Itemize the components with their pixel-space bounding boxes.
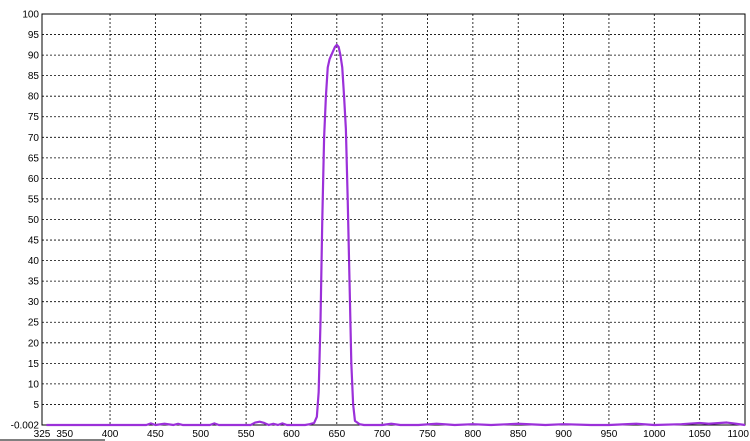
x-tick-label: 700 [374,429,391,440]
y-tick-label: 60 [28,174,40,185]
y-tick-label: 65 [28,153,40,164]
gridlines [42,14,745,426]
y-tick-label: 5 [33,400,39,411]
y-tick-label: 100 [22,10,39,21]
y-tick-label: 40 [28,256,40,267]
y-tick-label: 45 [28,236,40,247]
x-tick-label: 950 [601,429,618,440]
x-tick-label: 1050 [689,429,712,440]
y-tick-label: 80 [28,92,40,103]
x-tick-label: 400 [102,429,119,440]
y-tick-label: 15 [28,359,40,370]
x-tick-label: 650 [328,429,345,440]
x-tick-label: 325 [34,429,51,440]
x-tick-label: 750 [419,429,436,440]
y-tick-label: 35 [28,277,40,288]
y-tick-label: 25 [28,318,40,329]
x-tick-label: 500 [192,429,209,440]
x-tick-label: 1000 [643,429,666,440]
y-tick-label: 55 [28,194,40,205]
x-tick-label: 850 [510,429,527,440]
x-tick-label: 1100 [727,429,749,440]
x-tick-label: 800 [465,429,482,440]
y-tick-label: 50 [28,215,40,226]
x-tick-label: 450 [147,429,164,440]
x-tick-label: 600 [283,429,300,440]
x-axis-ticks: 325 350 400 450 500 550 600 650 700 750 800 850 900 9… [0,429,749,441]
y-tick-label: 95 [28,30,40,41]
y-tick-label: 20 [28,338,40,349]
series-lines [46,43,746,427]
x-tick-label: 550 [238,429,255,440]
y-tick-label: 90 [28,51,40,62]
x-tick-label: 350 [56,429,73,440]
y-tick-label: 10 [28,379,40,390]
x-tick-label: 900 [555,429,572,440]
y-tick-label: 85 [28,71,40,82]
y-axis-ticks: -0.0025101520253035404550556065707580859… [11,10,40,432]
y-tick-label: 30 [28,297,40,308]
y-tick-label: 70 [28,133,40,144]
chart: -0.0025101520253035404550556065707580859… [0,10,749,441]
y-tick-label: 75 [28,112,40,123]
series-line-0 [46,43,746,427]
